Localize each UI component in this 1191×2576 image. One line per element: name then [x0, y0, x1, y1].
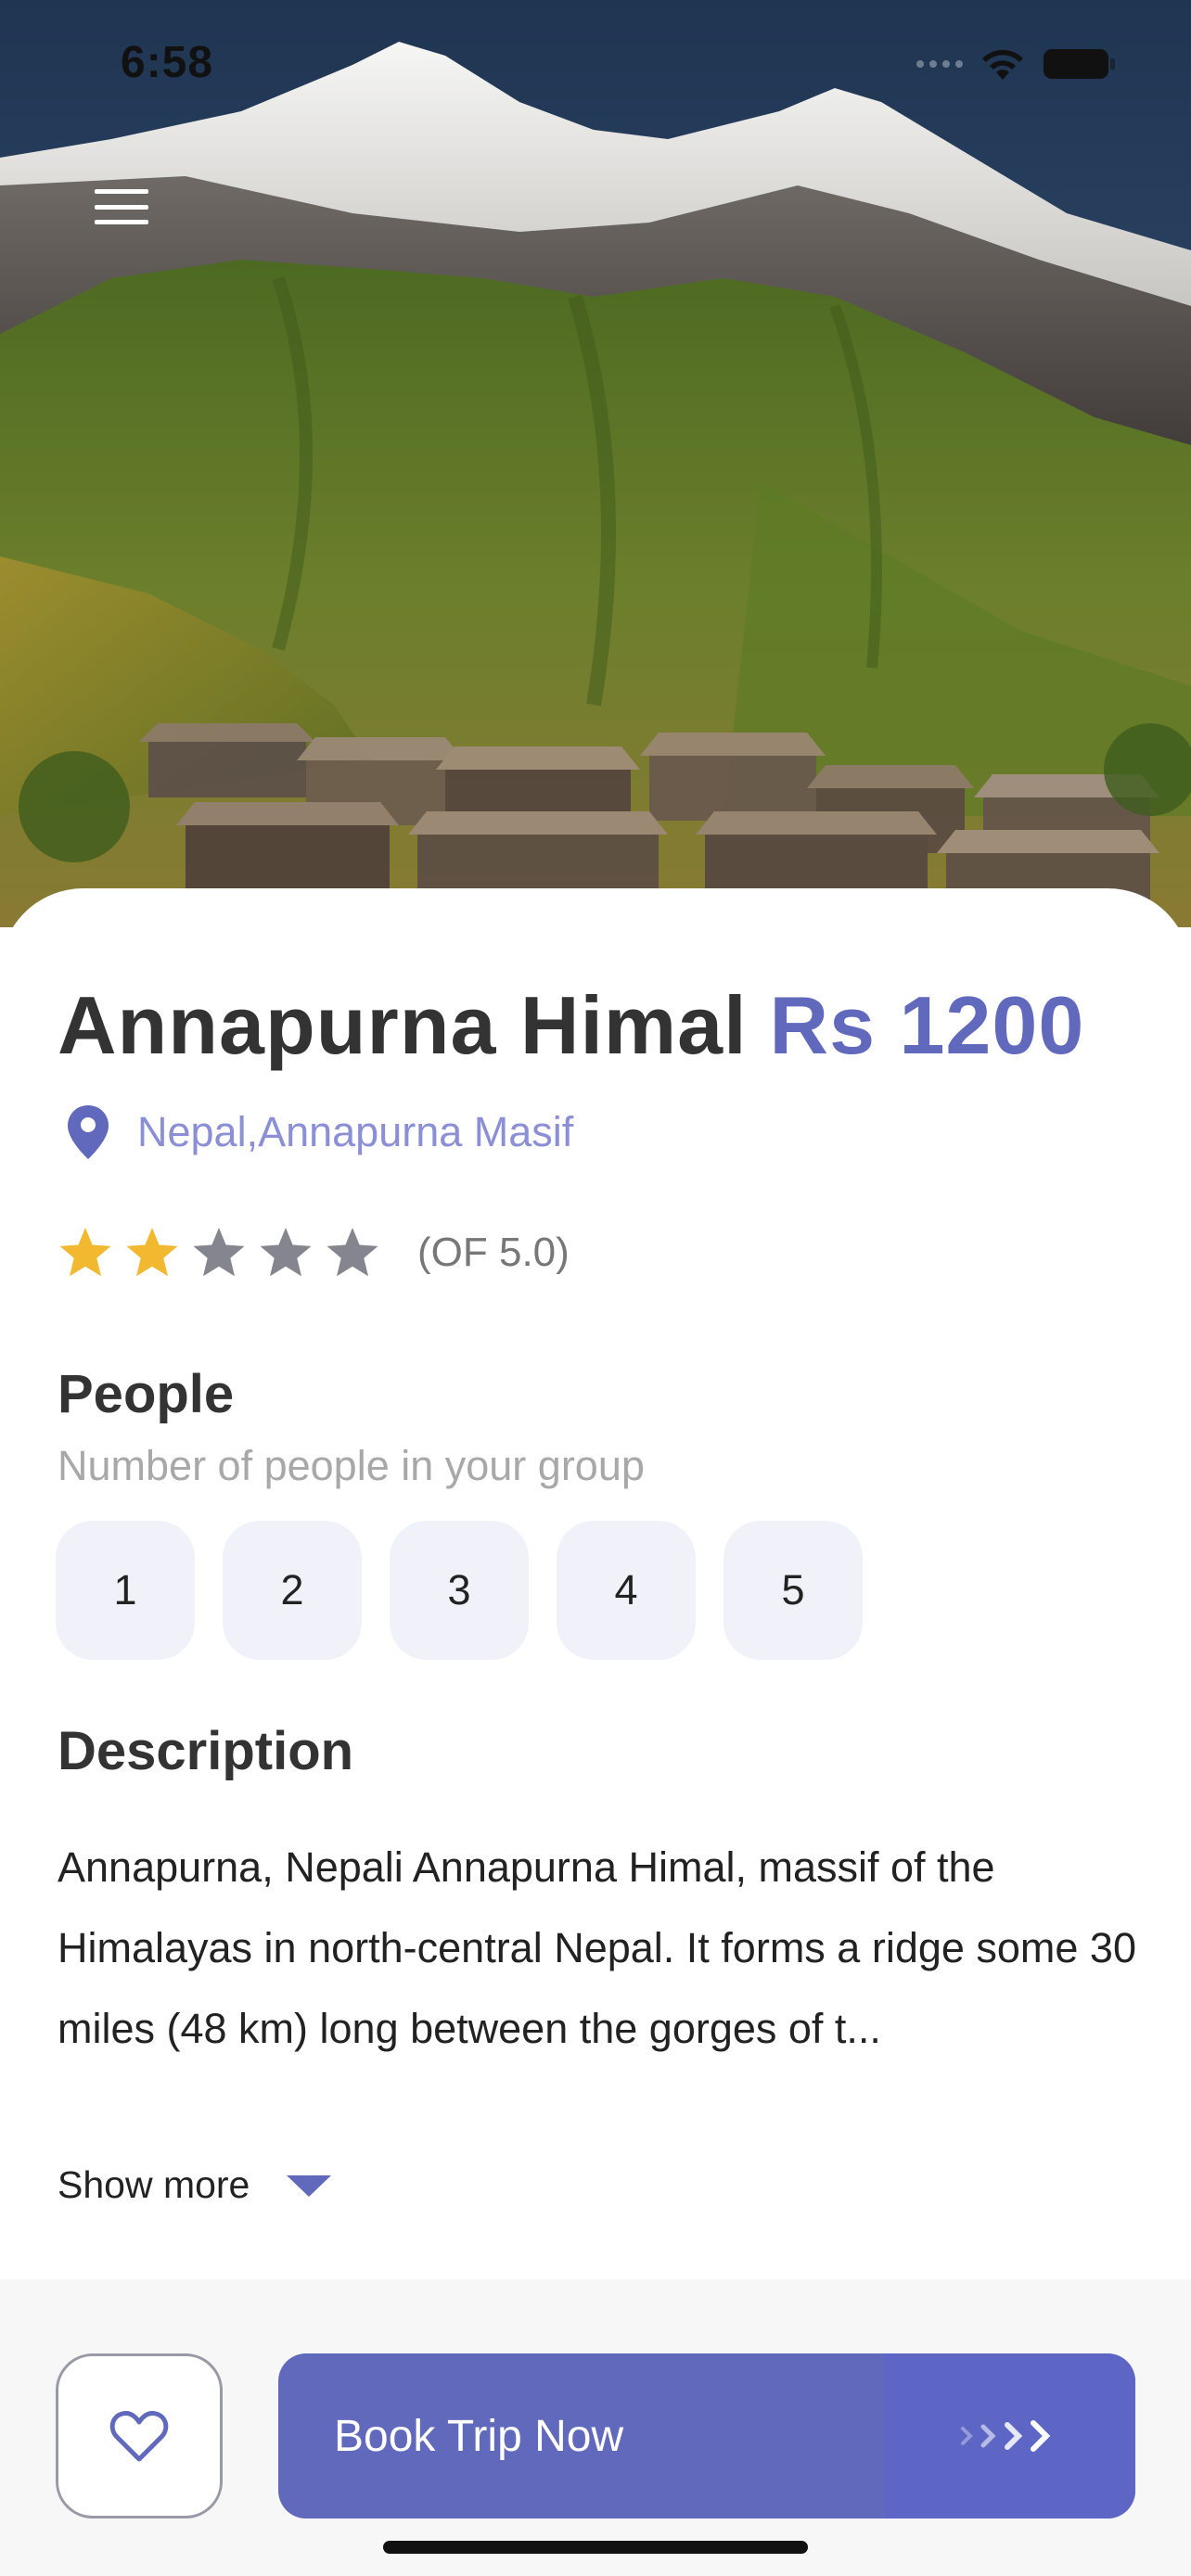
- hero-image: [0, 0, 1191, 927]
- rating-stars: [58, 1226, 380, 1280]
- status-time: 6:58: [121, 38, 214, 87]
- battery-icon: [1044, 49, 1115, 79]
- title-row: Annapurna Himal Rs 1200: [58, 978, 1084, 1073]
- heart-icon: [109, 2411, 169, 2462]
- star-icon: [260, 1228, 312, 1277]
- status-bar: 6:58: [0, 0, 1191, 130]
- people-options: 1 2 3 4 5: [56, 1521, 863, 1660]
- rating-label: (OF 5.0): [417, 1230, 570, 1275]
- rating: (OF 5.0): [58, 1226, 570, 1280]
- signal-icon: [916, 60, 963, 68]
- location-row: Nepal,Annapurna Masif: [65, 1103, 573, 1161]
- people-option-4[interactable]: 4: [557, 1521, 696, 1660]
- trip-title: Annapurna Himal: [58, 979, 748, 1071]
- people-option-5[interactable]: 5: [724, 1521, 863, 1660]
- star-icon: [327, 1228, 378, 1277]
- star-icon: [59, 1228, 111, 1277]
- chevron-down-icon: [287, 2174, 332, 2197]
- home-indicator: [383, 2541, 808, 2554]
- people-option-3[interactable]: 3: [390, 1521, 529, 1660]
- people-title: People: [58, 1364, 235, 1424]
- people-option-1[interactable]: 1: [56, 1521, 195, 1660]
- description-text: Annapurna, Nepali Annapurna Himal, massi…: [58, 1843, 1136, 2052]
- arrows-right-icon: [959, 2353, 1061, 2519]
- location-pin-icon: [68, 1105, 109, 1159]
- status-icons: [916, 46, 1117, 82]
- location-text: Nepal,Annapurna Masif: [137, 1108, 574, 1155]
- wifi-icon: [982, 49, 1023, 80]
- show-more-button[interactable]: Show more: [58, 2163, 333, 2207]
- star-icon: [193, 1228, 245, 1277]
- star-icon: [126, 1228, 178, 1277]
- people-subtitle: Number of people in your group: [58, 1442, 645, 1489]
- people-option-2[interactable]: 2: [223, 1521, 362, 1660]
- book-trip-label: Book Trip Now: [334, 2411, 624, 2461]
- description-title: Description: [58, 1721, 354, 1781]
- favorite-button[interactable]: [56, 2353, 223, 2519]
- trip-price: Rs 1200: [769, 979, 1085, 1071]
- menu-icon[interactable]: [93, 185, 150, 228]
- book-trip-button[interactable]: Book Trip Now: [278, 2353, 1135, 2519]
- show-more-label: Show more: [58, 2163, 250, 2206]
